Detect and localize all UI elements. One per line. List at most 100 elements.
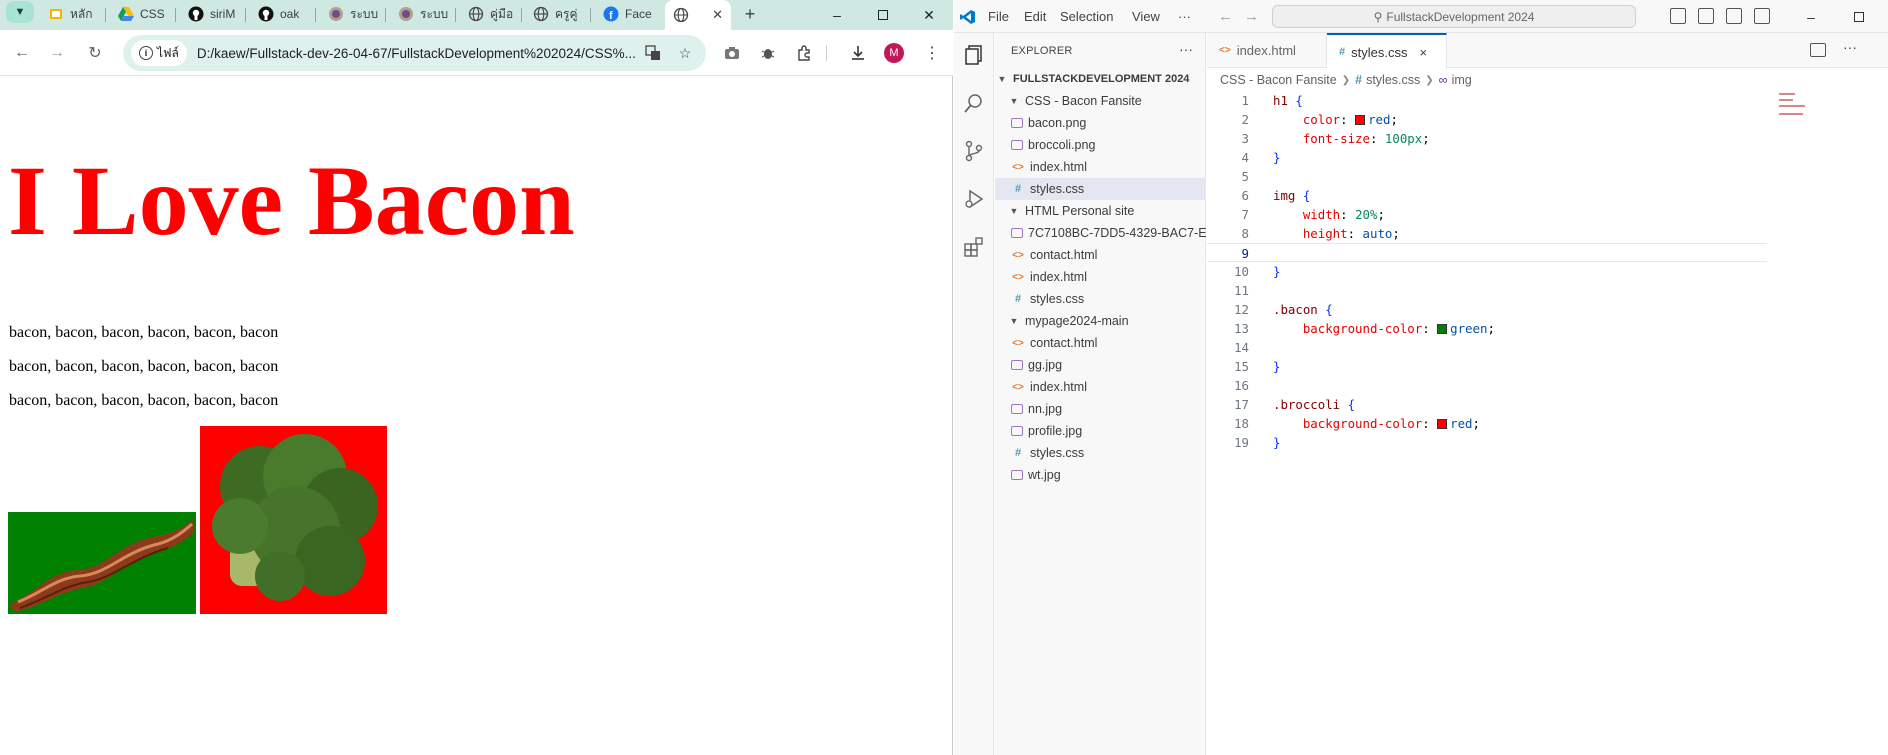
code-line[interactable]: 16: [1207, 376, 1767, 395]
menu-edit[interactable]: Edit: [1024, 0, 1046, 33]
bug-extension-icon[interactable]: [756, 41, 780, 65]
tree-file[interactable]: # styles.css: [995, 178, 1206, 200]
code-line[interactable]: 17 .broccoli {: [1207, 395, 1767, 414]
breadcrumb-file[interactable]: styles.css: [1366, 73, 1420, 87]
tab-search-button[interactable]: ▼: [6, 1, 34, 23]
code-line[interactable]: 14: [1207, 338, 1767, 357]
toggle-panel-icon[interactable]: [1698, 8, 1714, 24]
editor-more-actions[interactable]: ···: [1843, 39, 1857, 55]
customize-layout-icon[interactable]: [1754, 8, 1770, 24]
code-line[interactable]: 6 img {: [1207, 186, 1767, 205]
tree-file[interactable]: 7C7108BC-7DD5-4329-BAC7-EF59...: [995, 222, 1206, 244]
reload-button[interactable]: ↻: [83, 41, 107, 65]
tree-folder[interactable]: ▼ CSS - Bacon Fansite: [995, 90, 1206, 112]
tree-file[interactable]: bacon.png: [995, 112, 1206, 134]
extensions-icon[interactable]: [962, 235, 986, 259]
code-line[interactable]: 19}: [1207, 433, 1767, 452]
menu-more[interactable]: ···: [1178, 0, 1191, 33]
tree-file[interactable]: <> index.html: [995, 266, 1206, 288]
tree-file[interactable]: wt.jpg: [995, 464, 1206, 486]
tab-styles-css[interactable]: # styles.css ×: [1327, 33, 1447, 69]
tree-file[interactable]: gg.jpg: [995, 354, 1206, 376]
browser-tab[interactable]: siriM: [180, 2, 242, 26]
camera-icon[interactable]: [720, 41, 744, 65]
profile-avatar[interactable]: M: [884, 43, 904, 63]
menu-file[interactable]: File: [988, 0, 1009, 33]
code-line[interactable]: 9: [1207, 243, 1767, 262]
code-line[interactable]: 11: [1207, 281, 1767, 300]
tree-folder[interactable]: ▼ HTML Personal site: [995, 200, 1206, 222]
code-line[interactable]: 3 font-size: 100px;: [1207, 129, 1767, 148]
search-icon[interactable]: [962, 91, 986, 115]
split-editor-icon[interactable]: [1810, 43, 1826, 57]
code-line[interactable]: 8 height: auto;: [1207, 224, 1767, 243]
back-button[interactable]: ←: [10, 41, 34, 65]
url-text[interactable]: D:/kaew/Fullstack-dev-26-04-67/Fullstack…: [197, 46, 637, 61]
browser-tab[interactable]: ครูคู่: [525, 2, 587, 26]
toggle-secondary-sidebar-icon[interactable]: [1726, 8, 1742, 24]
tree-file[interactable]: <> contact.html: [995, 332, 1206, 354]
browser-tab[interactable]: หลัก: [40, 2, 102, 26]
close-tab-icon[interactable]: ×: [1419, 45, 1427, 60]
workspace-root[interactable]: ▼ FULLSTACKDEVELOPMENT 2024: [995, 68, 1206, 90]
breadcrumb-symbol[interactable]: img: [1452, 73, 1472, 87]
menu-view[interactable]: View: [1132, 0, 1160, 33]
code-editor[interactable]: 1 h1 {2 color: red; 3 font-size: 100px; 4} 5…: [1207, 91, 1888, 755]
browser-tab[interactable]: คู่มือ: [460, 2, 518, 26]
vscode-maximize-button[interactable]: [1836, 0, 1882, 33]
toggle-primary-sidebar-icon[interactable]: [1670, 8, 1686, 24]
code-line[interactable]: 15}: [1207, 357, 1767, 376]
image-file-icon: [1011, 140, 1023, 150]
tree-item-label: contact.html: [1030, 248, 1098, 262]
tree-file[interactable]: <> index.html: [995, 376, 1206, 398]
nav-forward-icon[interactable]: →: [1244, 0, 1259, 33]
source-control-icon[interactable]: [962, 139, 986, 163]
nav-back-icon[interactable]: ←: [1218, 0, 1233, 33]
code-line[interactable]: 12 .bacon {: [1207, 300, 1767, 319]
site-info-chip[interactable]: i ไฟล์: [131, 40, 187, 66]
browser-tab[interactable]: CSS: [110, 2, 172, 26]
tab-index-html[interactable]: <> index.html: [1207, 33, 1327, 68]
close-tab-icon[interactable]: ✕: [712, 7, 723, 23]
minimap[interactable]: [1779, 91, 1819, 151]
tree-file[interactable]: <> index.html: [995, 156, 1206, 178]
tree-file[interactable]: nn.jpg: [995, 398, 1206, 420]
browser-tab[interactable]: oak: [250, 2, 312, 26]
code-line[interactable]: 5: [1207, 167, 1767, 186]
tree-file[interactable]: # styles.css: [995, 442, 1206, 464]
browser-tab[interactable]: ✕: [665, 0, 731, 30]
code-line[interactable]: 10}: [1207, 262, 1767, 281]
forward-button[interactable]: →: [45, 41, 69, 65]
code-line[interactable]: 18 background-color: red;: [1207, 414, 1767, 433]
tree-file[interactable]: profile.jpg: [995, 420, 1206, 442]
browser-tab[interactable]: ระบบ: [390, 2, 452, 26]
command-center[interactable]: ⚲ FullstackDevelopment 2024: [1272, 5, 1636, 28]
code-line[interactable]: 2 color: red;: [1207, 110, 1767, 129]
chrome-menu-icon[interactable]: ⋮: [920, 41, 944, 65]
code-line[interactable]: 13 background-color: green;: [1207, 319, 1767, 338]
minimize-button[interactable]: –: [814, 0, 860, 30]
tree-file[interactable]: <> contact.html: [995, 244, 1206, 266]
browser-tab[interactable]: ระบบ: [320, 2, 382, 26]
new-tab-button[interactable]: +: [738, 2, 762, 26]
code-line[interactable]: 7 width: 20%;: [1207, 205, 1767, 224]
close-window-button[interactable]: ✕: [906, 0, 952, 30]
browser-tab[interactable]: f Face: [595, 2, 657, 26]
run-debug-icon[interactable]: [962, 187, 986, 211]
explorer-icon[interactable]: [962, 43, 986, 67]
tree-file[interactable]: # styles.css: [995, 288, 1206, 310]
code-line[interactable]: 4}: [1207, 148, 1767, 167]
breadcrumb-folder[interactable]: CSS - Bacon Fansite: [1220, 73, 1337, 87]
bookmark-star-icon[interactable]: ☆: [675, 43, 695, 63]
extensions-puzzle-icon[interactable]: [792, 41, 816, 65]
maximize-button[interactable]: [860, 0, 906, 30]
translate-icon[interactable]: [643, 43, 663, 63]
menu-selection[interactable]: Selection: [1060, 0, 1113, 33]
tree-folder[interactable]: ▼ mypage2024-main: [995, 310, 1206, 332]
tree-file[interactable]: broccoli.png: [995, 134, 1206, 156]
code-line[interactable]: 1 h1 {: [1207, 91, 1767, 110]
vscode-minimize-button[interactable]: –: [1788, 0, 1834, 33]
address-bar[interactable]: i ไฟล์ D:/kaew/Fullstack-dev-26-04-67/Fu…: [123, 35, 706, 71]
download-icon[interactable]: [846, 41, 870, 65]
explorer-more-actions[interactable]: ···: [1179, 41, 1193, 57]
